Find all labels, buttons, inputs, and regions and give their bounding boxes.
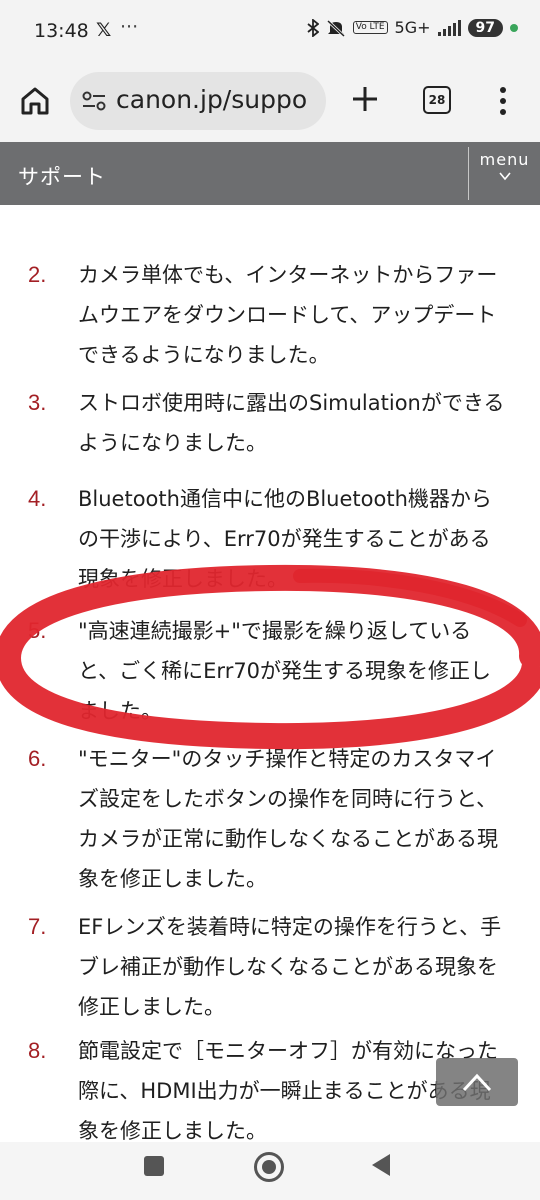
chevron-down-icon: [498, 172, 511, 181]
item-number: 6.: [28, 746, 47, 771]
volte-icon: Vo LTE: [352, 21, 388, 34]
item-text: Bluetooth通信中に他のBluetooth機器からの干渉により、Err70…: [78, 487, 492, 591]
mute-icon: [326, 19, 345, 37]
item-number: 4.: [28, 486, 47, 511]
chevron-up-icon: [462, 1073, 492, 1092]
privacy-indicator-icon: [510, 23, 518, 32]
more-notifications-icon: ···: [120, 16, 139, 38]
back-icon[interactable]: [372, 1154, 390, 1176]
address-bar[interactable]: canon.jp/suppo: [70, 72, 326, 130]
site-header: サポート menu: [0, 142, 540, 205]
signal-icon: [437, 19, 461, 36]
item-text: "モニター"のタッチ操作と特定のカスタマイズ設定をしたボタンの操作を同時に行うと…: [78, 747, 498, 891]
item-number: 5.: [28, 618, 47, 643]
network-type: 5G+: [394, 18, 431, 37]
browser-toolbar: canon.jp/suppo 28: [0, 62, 540, 142]
bluetooth-icon: [307, 18, 319, 37]
status-bar: 13:48 𝕏 ··· Vo LTE 5G+ 97: [0, 0, 540, 62]
menu-label: menu: [479, 150, 530, 169]
battery-level: 97: [467, 18, 503, 37]
status-time: 13:48: [34, 20, 89, 42]
tab-switcher-button[interactable]: 28: [423, 86, 451, 114]
item-number: 3.: [28, 390, 47, 415]
site-settings-icon[interactable]: [82, 90, 106, 112]
more-options-icon[interactable]: [496, 86, 510, 116]
item-text: ストロボ使用時に露出のSimulationができるようになりました。: [78, 391, 505, 455]
recent-apps-icon[interactable]: [144, 1156, 164, 1176]
release-notes-list: 2. カメラ単体でも、インターネットからファームウエアをダウンロードして、アップ…: [0, 205, 540, 1142]
scroll-to-top-button[interactable]: [436, 1058, 518, 1106]
url-text[interactable]: canon.jp/suppo: [116, 85, 316, 114]
home-nav-icon[interactable]: [254, 1152, 284, 1182]
navigation-bar: [0, 1142, 540, 1200]
item-text: カメラ単体でも、インターネットからファームウエアをダウンロードして、アップデート…: [78, 263, 498, 367]
site-title[interactable]: サポート: [18, 161, 106, 191]
item-text: EFレンズを装着時に特定の操作を行うと、手ブレ補正が動作しなくなることがある現象…: [78, 915, 502, 1019]
item-number: 2.: [28, 262, 47, 287]
item-text: "高速連続撮影+"で撮影を繰り返していると、ごく稀にErr70が発生する現象を修…: [78, 619, 492, 723]
status-indicators: Vo LTE 5G+ 97: [307, 18, 518, 37]
new-tab-icon[interactable]: [350, 84, 380, 114]
item-number: 7.: [28, 914, 47, 939]
item-number: 8.: [28, 1038, 47, 1063]
menu-button[interactable]: menu: [469, 150, 540, 200]
home-icon[interactable]: [18, 84, 52, 118]
x-app-icon: 𝕏: [96, 19, 112, 41]
